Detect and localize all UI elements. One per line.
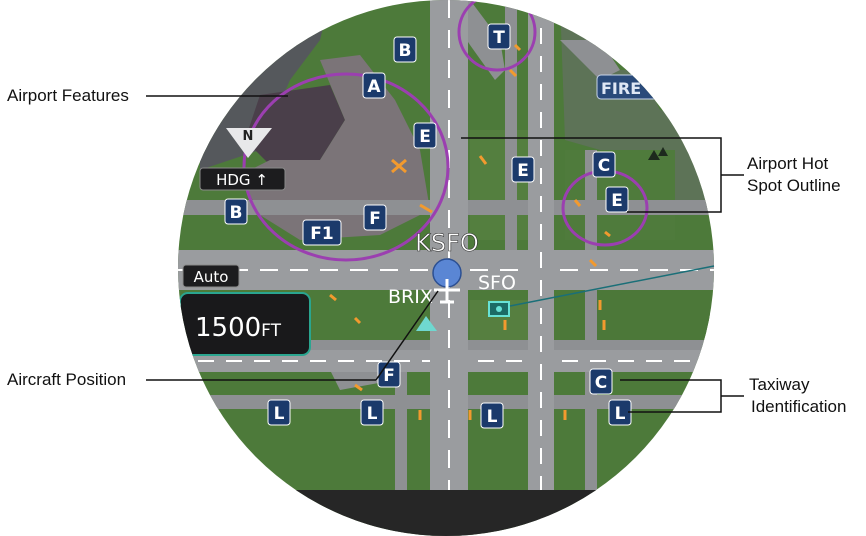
callout-taxiway-line2: Identification — [751, 397, 847, 416]
taxiway-tag: B — [224, 198, 248, 225]
taxiway-tag: F — [377, 361, 401, 388]
callout-taxiway-line1: Taxiway — [749, 375, 810, 394]
orientation-label[interactable]: HDG ↑ — [199, 167, 286, 191]
waypoint-brix-label: BRIX — [388, 286, 433, 308]
taxiway-tag: E — [605, 186, 629, 213]
taxiway-tag: C — [589, 368, 613, 395]
callout-hot-spot-line1: Airport Hot — [747, 154, 829, 173]
taxiway-tag: F1 — [302, 219, 342, 246]
svg-text:N: N — [243, 129, 254, 144]
taxiway-tag: C — [592, 151, 616, 178]
svg-text:Auto: Auto — [194, 268, 229, 286]
taxiway-tag: L — [360, 399, 384, 426]
svg-text:HDG ↑: HDG ↑ — [216, 171, 268, 189]
taxiway-tag: B — [393, 36, 417, 63]
taxiway-tag: L — [267, 399, 291, 426]
vor-icon — [488, 301, 510, 317]
svg-text:L: L — [367, 404, 378, 424]
map-range-button[interactable]: 1500FT — [179, 292, 311, 356]
svg-text:T: T — [493, 28, 505, 48]
moving-map[interactable]: B A T E E C E B F1 F F C L L L L FIRE N — [170, 0, 730, 536]
svg-text:B: B — [399, 41, 412, 61]
svg-text:L: L — [615, 404, 626, 424]
airport-map-figure: B A T E E C E B F1 F F C L L L L FIRE N — [146, 0, 744, 536]
taxiway-tag: L — [608, 399, 632, 426]
bottom-band — [178, 490, 714, 536]
taxiway-tag: E — [413, 122, 437, 149]
svg-text:FIRE: FIRE — [601, 79, 641, 98]
waypoint-sfo-label: SFO — [478, 272, 516, 294]
svg-text:B: B — [230, 203, 243, 223]
taxiway-tag: T — [487, 23, 511, 50]
fire-station-label: FIRE — [596, 74, 658, 100]
callout-hot-spot-line2: Spot Outline — [747, 176, 841, 195]
svg-text:F1: F1 — [310, 224, 333, 244]
svg-text:E: E — [611, 191, 623, 211]
taxiway-tag: F — [363, 204, 387, 231]
taxiway-tag: E — [511, 156, 535, 183]
auto-zoom-label[interactable]: Auto — [182, 264, 240, 288]
callout-airport-features: Airport Features — [7, 86, 129, 105]
svg-text:C: C — [595, 373, 607, 393]
svg-text:L: L — [487, 407, 498, 427]
taxiway-tag: A — [362, 72, 386, 99]
taxiway-tag: L — [480, 402, 504, 429]
svg-text:F: F — [383, 366, 395, 386]
grass-patch — [470, 130, 530, 240]
svg-text:F: F — [369, 209, 381, 229]
svg-text:E: E — [419, 127, 431, 147]
callout-aircraft-position: Aircraft Position — [7, 370, 127, 389]
svg-text:A: A — [367, 77, 381, 97]
svg-text:E: E — [517, 161, 529, 181]
svg-text:L: L — [274, 404, 285, 424]
svg-text:C: C — [598, 156, 610, 176]
airport-identifier: KSFO — [415, 229, 479, 257]
